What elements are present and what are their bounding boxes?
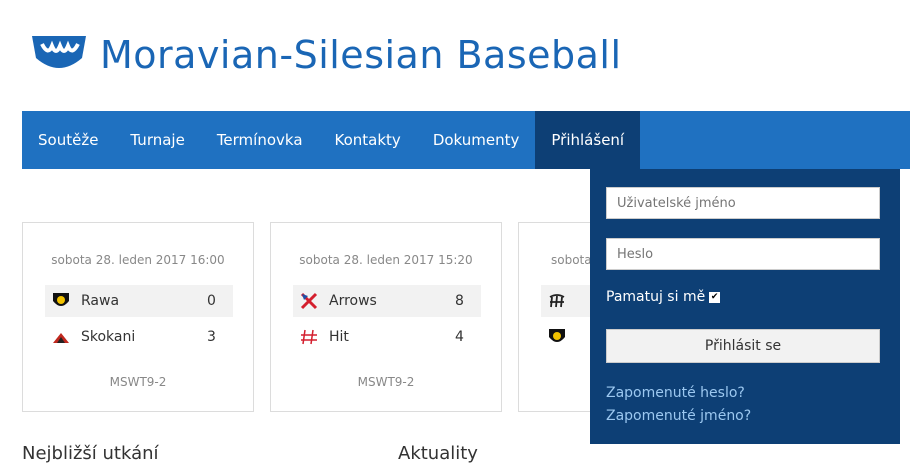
team-name: Hit xyxy=(329,329,349,345)
main-nav: Soutěže Turnaje Termínovka Kontakty Doku… xyxy=(22,111,910,169)
team-score: 3 xyxy=(207,329,216,345)
nav-item-prihlaseni[interactable]: Přihlášení xyxy=(535,111,641,169)
section-title-news: Aktuality xyxy=(398,443,478,464)
skokani-logo-icon xyxy=(53,333,69,343)
game-card[interactable]: sobota 28. leden 2017 15:20 Arrows 8 Hit… xyxy=(270,222,502,412)
nav-item-souteze[interactable]: Soutěže xyxy=(22,111,114,169)
remember-me-label: Pamatuj si mě xyxy=(606,289,706,305)
username-input[interactable] xyxy=(606,187,880,219)
login-dropdown: Pamatuj si mě ✔ Přihlásit se Zapomenuté … xyxy=(590,169,900,444)
site-header: Moravian-Silesian Baseball xyxy=(30,20,622,90)
remember-me[interactable]: Pamatuj si mě ✔ xyxy=(606,289,721,305)
team-logo-icon xyxy=(549,294,565,308)
team-row-home: Arrows 8 xyxy=(293,285,481,317)
nav-item-dokumenty[interactable]: Dokumenty xyxy=(417,111,536,169)
arrows-logo-icon xyxy=(300,292,318,310)
nav-item-terminovka[interactable]: Termínovka xyxy=(201,111,319,169)
league-code: MSWT9-2 xyxy=(357,375,415,389)
team-name: Rawa xyxy=(81,293,120,309)
team-score: 8 xyxy=(455,293,464,309)
team-row-home: Rawa 0 xyxy=(45,285,233,317)
baseball-logo-icon[interactable] xyxy=(30,32,88,78)
remember-me-checkbox[interactable]: ✔ xyxy=(709,291,721,303)
rawa-logo-icon xyxy=(53,293,69,306)
hit-logo-icon xyxy=(301,329,317,345)
team-row-away: Skokani 3 xyxy=(45,321,233,353)
rawa-logo-icon xyxy=(549,329,565,342)
site-title[interactable]: Moravian-Silesian Baseball xyxy=(100,33,622,77)
league-code: MSWT9-2 xyxy=(109,375,167,389)
login-button[interactable]: Přihlásit se xyxy=(606,329,880,363)
nav-item-turnaje[interactable]: Turnaje xyxy=(114,111,200,169)
team-name: Arrows xyxy=(329,293,377,309)
game-date: sobota 28. leden 2017 15:20 xyxy=(299,253,473,267)
team-row-away: Hit 4 xyxy=(293,321,481,353)
team-score: 0 xyxy=(207,293,216,309)
password-input[interactable] xyxy=(606,238,880,270)
team-score: 4 xyxy=(455,329,464,345)
team-name: Skokani xyxy=(81,329,136,345)
forgot-username-link[interactable]: Zapomenuté jméno? xyxy=(606,408,751,424)
forgot-password-link[interactable]: Zapomenuté heslo? xyxy=(606,385,745,401)
section-title-nearest: Nejbližší utkání xyxy=(22,443,159,464)
game-date: sobota 28. leden 2017 16:00 xyxy=(51,253,225,267)
game-card[interactable]: sobota 28. leden 2017 16:00 Rawa 0 Skoka… xyxy=(22,222,254,412)
nav-item-kontakty[interactable]: Kontakty xyxy=(319,111,417,169)
